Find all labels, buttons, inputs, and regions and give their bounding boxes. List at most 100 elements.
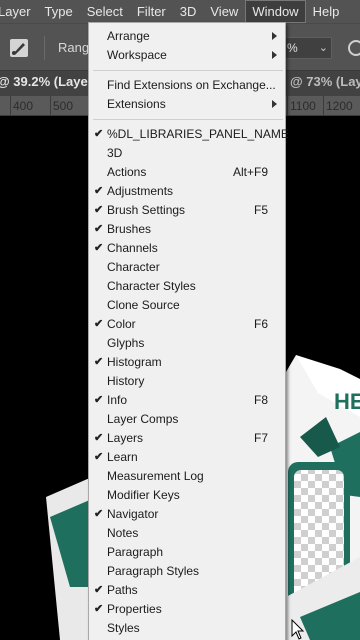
ruler-tick-line bbox=[10, 96, 11, 116]
menu-item-label: Learn bbox=[107, 450, 138, 464]
ruler-label: 400 bbox=[13, 99, 34, 113]
document-tab-1[interactable]: @ 39.2% (Laye bbox=[0, 74, 88, 89]
photoshop-window: HE Layer Type Select Filter 3D View Wind… bbox=[0, 0, 360, 640]
ruler-label: 500 bbox=[53, 99, 74, 113]
ruler-tick-line bbox=[287, 96, 288, 116]
window-menu-item[interactable]: ✔ Histogram bbox=[89, 353, 285, 372]
menu-item-label: Clone Source bbox=[107, 298, 180, 312]
window-menu-item[interactable]: Paragraph Styles bbox=[89, 562, 285, 581]
checkmark-icon: ✔ bbox=[94, 603, 104, 615]
menu-item-label: Info bbox=[107, 393, 128, 407]
menu-item-label: %DL_LIBRARIES_PANEL_NAME bbox=[107, 127, 289, 141]
percent-dropdown[interactable]: % ⌄ bbox=[284, 37, 332, 59]
box-text: HE bbox=[334, 389, 360, 414]
menu-separator bbox=[93, 119, 283, 120]
checkmark-icon: ✔ bbox=[94, 204, 104, 216]
window-menu-item[interactable]: Find Extensions on Exchange... bbox=[89, 76, 285, 95]
window-menu-item[interactable]: History bbox=[89, 372, 285, 391]
menu-item-label: Styles bbox=[107, 621, 140, 635]
window-menu-item[interactable]: Measurement Log bbox=[89, 467, 285, 486]
menu-item-shortcut: F8 bbox=[253, 393, 268, 407]
menu-bar: Layer Type Select Filter 3D View Window … bbox=[0, 0, 360, 23]
mouse-cursor-icon bbox=[291, 619, 305, 640]
menu-type[interactable]: Type bbox=[38, 0, 80, 23]
menu-item-label: 3D bbox=[107, 146, 123, 160]
submenu-arrow-icon bbox=[272, 51, 277, 59]
chevron-down-icon: ⌄ bbox=[318, 42, 328, 54]
percent-value: % bbox=[287, 41, 298, 55]
menu-item-label: Find Extensions on Exchange... bbox=[107, 78, 276, 92]
menu-item-label: Color bbox=[107, 317, 136, 331]
range-label: Rang bbox=[58, 40, 90, 55]
menu-item-label: Paragraph bbox=[107, 545, 164, 559]
window-menu-item[interactable]: Modifier Keys bbox=[89, 486, 285, 505]
window-menu-item[interactable]: ✔ Learn bbox=[89, 448, 285, 467]
ruler-tick-line bbox=[323, 96, 324, 116]
checkmark-icon: ✔ bbox=[94, 508, 104, 520]
window-menu-item[interactable]: ✔ Properties bbox=[89, 600, 285, 619]
menu-select[interactable]: Select bbox=[80, 0, 130, 23]
checkmark-icon: ✔ bbox=[94, 242, 104, 254]
menu-item-label: Character bbox=[107, 260, 160, 274]
ruler-label: 1200 bbox=[326, 99, 353, 113]
window-menu-item[interactable]: ✔ Brushes bbox=[89, 220, 285, 239]
window-menu-item[interactable]: Clone Source bbox=[89, 296, 285, 315]
window-menu-item[interactable]: Styles bbox=[89, 619, 285, 638]
window-menu-item[interactable]: Notes bbox=[89, 524, 285, 543]
window-menu-item[interactable]: 3D bbox=[89, 144, 285, 163]
menu-window[interactable]: Window bbox=[245, 0, 306, 23]
window-menu-item[interactable]: ✔ Brush Settings F5 bbox=[89, 201, 285, 220]
checkmark-icon: ✔ bbox=[94, 128, 104, 140]
ruler-label: 1100 bbox=[290, 99, 316, 113]
window-menu-item[interactable]: ✔ Navigator bbox=[89, 505, 285, 524]
window-menu-item[interactable]: ✔ %DL_LIBRARIES_PANEL_NAME bbox=[89, 125, 289, 144]
window-menu-dropdown: Arrange Workspace Find Extensions on Excha… bbox=[88, 22, 289, 640]
window-menu-item[interactable]: ✔ Color F6 bbox=[89, 315, 285, 334]
menu-item-label: Character Styles bbox=[107, 279, 196, 293]
menu-view[interactable]: View bbox=[203, 0, 245, 23]
menu-item-label: Navigator bbox=[107, 507, 159, 521]
menu-item-shortcut: Alt+F9 bbox=[232, 165, 268, 179]
window-menu-item[interactable]: ✔ Channels bbox=[89, 239, 285, 258]
checkmark-icon: ✔ bbox=[94, 318, 104, 330]
document-tab-2[interactable]: @ 73% (Layer bbox=[290, 74, 360, 89]
airbrush-icon[interactable] bbox=[344, 38, 360, 58]
menu-item-label: Adjustments bbox=[107, 184, 174, 198]
menu-item-label: Channels bbox=[107, 241, 158, 255]
menu-help[interactable]: Help bbox=[306, 0, 347, 23]
menu-item-label: Actions bbox=[107, 165, 147, 179]
menu-filter[interactable]: Filter bbox=[130, 0, 173, 23]
window-menu-item[interactable]: ✔ Paths bbox=[89, 581, 285, 600]
window-menu-item[interactable]: ✔ Info F8 bbox=[89, 391, 285, 410]
menu-item-label: Glyphs bbox=[107, 336, 145, 350]
menu-item-label: Brush Settings bbox=[107, 203, 186, 217]
menu-item-label: Modifier Keys bbox=[107, 488, 180, 502]
window-menu-item[interactable]: Paragraph bbox=[89, 543, 285, 562]
menu-separator bbox=[93, 70, 283, 71]
window-menu-item[interactable]: Extensions bbox=[89, 95, 285, 114]
window-menu-item[interactable]: ✔ Adjustments bbox=[89, 182, 285, 201]
window-menu-item[interactable]: Arrange bbox=[89, 27, 285, 46]
menu-item-label: Notes bbox=[107, 526, 139, 540]
menu-item-label: Properties bbox=[107, 602, 162, 616]
checkmark-icon: ✔ bbox=[94, 451, 104, 463]
window-menu-item[interactable]: Glyphs bbox=[89, 334, 285, 353]
checkmark-icon: ✔ bbox=[94, 356, 104, 368]
window-menu-item[interactable]: Character Styles bbox=[89, 277, 285, 296]
window-menu-item[interactable]: Actions Alt+F9 bbox=[89, 163, 285, 182]
brush-tool-icon[interactable] bbox=[6, 36, 32, 60]
checkmark-icon: ✔ bbox=[94, 394, 104, 406]
window-menu-item[interactable]: Workspace bbox=[89, 46, 285, 65]
menu-item-shortcut: F6 bbox=[253, 317, 268, 331]
window-menu-item[interactable]: ✔ Layers F7 bbox=[89, 429, 285, 448]
checkmark-icon: ✔ bbox=[94, 185, 104, 197]
submenu-arrow-icon bbox=[272, 32, 277, 40]
menu-item-label: Workspace bbox=[107, 48, 167, 62]
menu-item-label: Histogram bbox=[107, 355, 162, 369]
window-menu-item[interactable]: Layer Comps bbox=[89, 410, 285, 429]
submenu-arrow-icon bbox=[272, 100, 277, 108]
menu-3d[interactable]: 3D bbox=[173, 0, 204, 23]
menu-layer[interactable]: Layer bbox=[0, 0, 38, 23]
menu-item-label: Paragraph Styles bbox=[107, 564, 200, 578]
window-menu-item[interactable]: Character bbox=[89, 258, 285, 277]
